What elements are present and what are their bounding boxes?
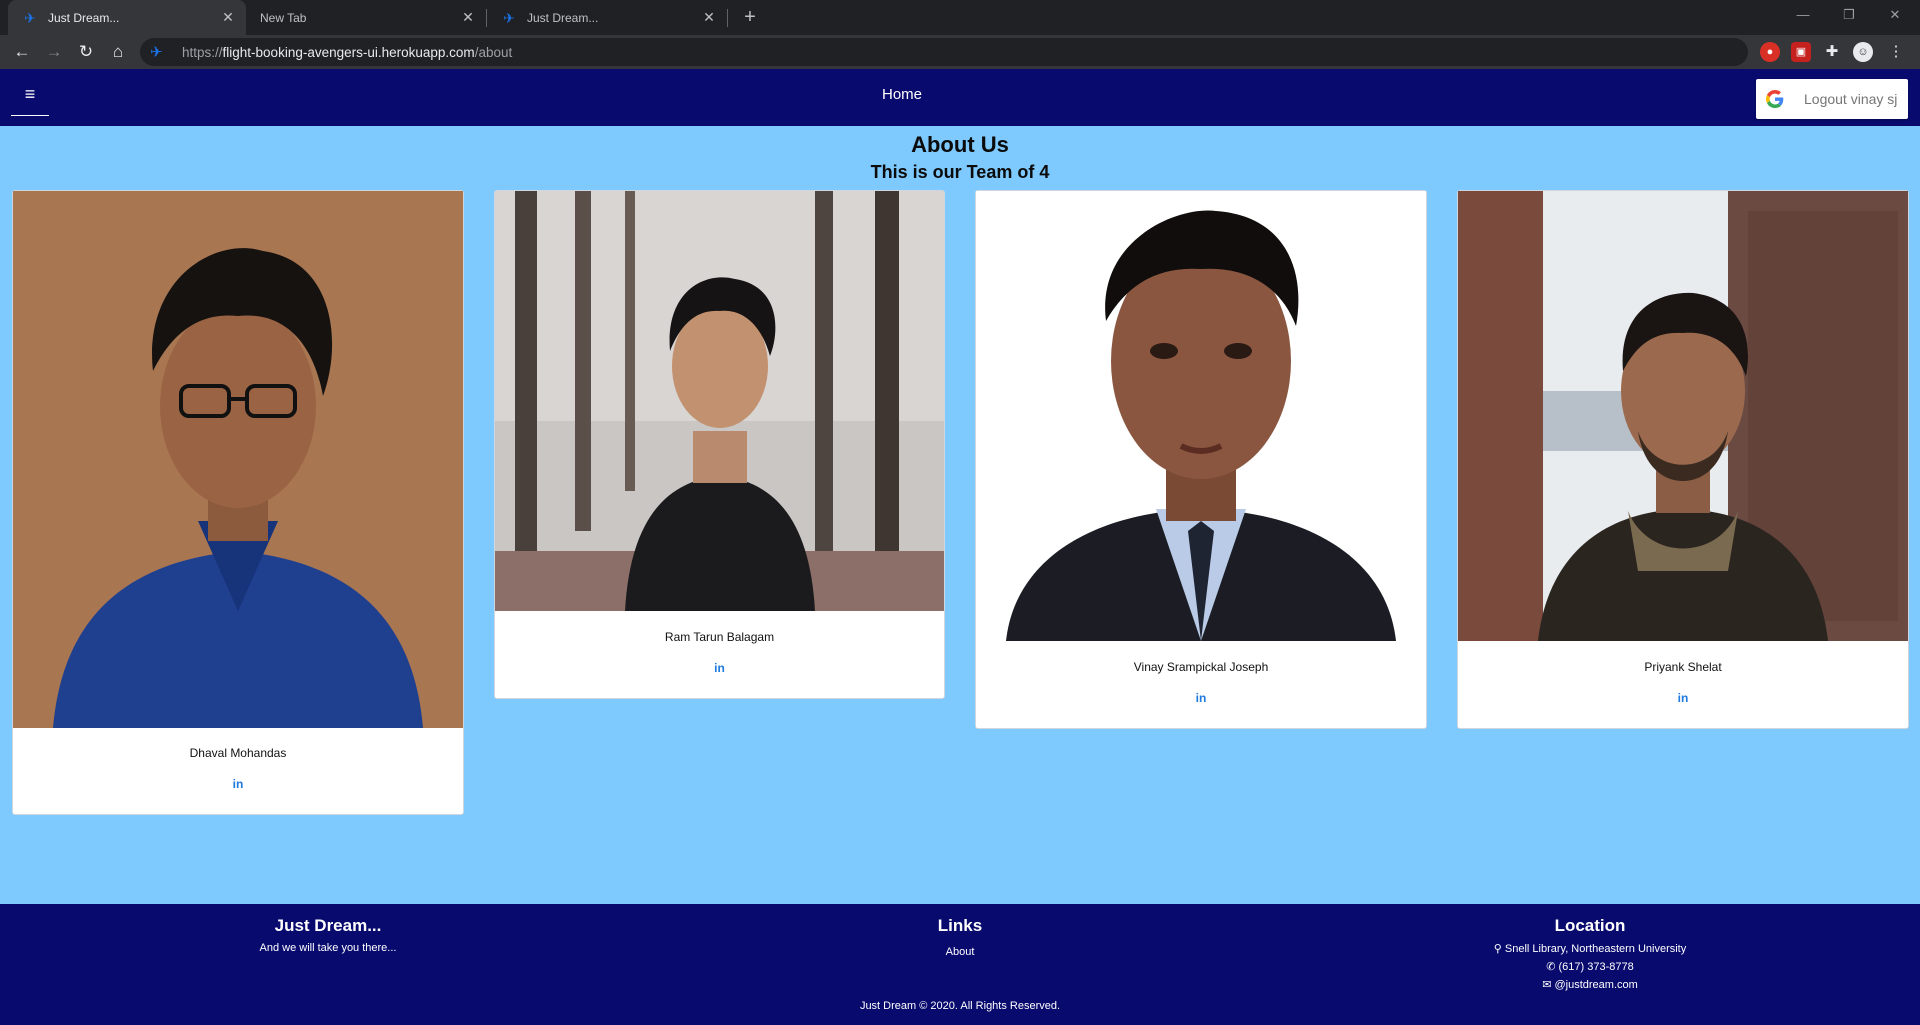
envelope-icon: ✉ — [1542, 979, 1552, 991]
linkedin-icon[interactable]: in — [1458, 691, 1908, 705]
logout-label: Logout vinay sj — [1804, 91, 1898, 107]
linkedin-icon[interactable]: in — [13, 777, 463, 791]
copyright-prefix: Just Dream — [859, 1000, 917, 1012]
url-path: /about — [474, 44, 513, 60]
browser-tab-1[interactable]: ✈ Just Dream... ✕ — [8, 0, 246, 35]
close-tab-icon[interactable]: ✕ — [460, 9, 476, 26]
address-text: Snell Library, Northeastern University — [1504, 943, 1687, 955]
phone-text: (617) 373-8778 — [1558, 961, 1634, 973]
browser-tab-strip: ✈ Just Dream... ✕ New Tab ✕ ✈ Just Dream… — [0, 0, 1920, 35]
footer-brand-title: Just Dream... — [274, 916, 382, 935]
member-name: Priyank Shelat — [1644, 660, 1722, 674]
url-scheme: https:// — [182, 44, 223, 60]
tab-title: Just Dream... — [48, 10, 120, 25]
footer-link-about[interactable]: About — [880, 946, 1040, 958]
extension-box-icon[interactable]: ▣ — [1791, 42, 1811, 62]
copyright-notice: Just Dream © 2020. All Rights Reserved. — [0, 1000, 1920, 1012]
footer-brand: Just Dream... And we will take you there… — [228, 904, 428, 954]
tab-title: Just Dream... — [527, 10, 599, 25]
footer-location-title: Location — [1554, 916, 1626, 935]
profile-avatar-icon[interactable]: ☺ — [1853, 42, 1873, 62]
member-photo — [1458, 191, 1908, 641]
forward-arrow-icon[interactable]: → — [42, 40, 66, 64]
member-name: Ram Tarun Balagam — [664, 630, 775, 644]
puzzle-extensions-icon[interactable]: ✚ — [1822, 42, 1842, 62]
browser-tab-2[interactable]: New Tab ✕ — [246, 0, 486, 35]
map-marker-icon: ⚲ — [1493, 943, 1502, 955]
footer-address: ⚲ Snell Library, Northeastern University — [1440, 940, 1740, 958]
member-name: Vinay Srampickal Joseph — [1133, 660, 1269, 674]
linkedin-icon[interactable]: in — [495, 661, 944, 675]
footer-tagline: And we will take you there... — [259, 942, 397, 954]
url-host: flight-booking-avengers-ui.herokuapp.com — [222, 44, 475, 60]
member-name: Dhaval Mohandas — [189, 746, 287, 760]
footer-phone: ✆ (617) 373-8778 — [1440, 958, 1740, 976]
team-member-card: Dhaval Mohandas in — [12, 190, 464, 815]
airplane-icon: ✈ — [150, 44, 163, 61]
page-title: About Us — [911, 132, 1009, 157]
browser-tab-3[interactable]: ✈ Just Dream... ✕ — [487, 0, 727, 35]
new-tab-button[interactable]: + — [738, 5, 762, 29]
page-subtitle: This is our Team of 4 — [870, 162, 1050, 182]
airplane-icon: ✈ — [503, 9, 515, 26]
google-g-icon — [1766, 90, 1784, 108]
reload-icon[interactable]: ↻ — [74, 40, 98, 64]
site-footer: Just Dream... And we will take you there… — [0, 904, 1920, 1025]
member-photo — [976, 191, 1426, 641]
home-icon[interactable]: ⌂ — [106, 40, 130, 64]
hamburger-menu-icon[interactable]: ≡ — [11, 76, 49, 116]
member-photo — [495, 191, 944, 611]
browser-menu-icon[interactable]: ⋮ — [1886, 42, 1906, 62]
member-photo — [13, 191, 463, 728]
email-text: @justdream.com — [1554, 979, 1638, 991]
footer-email: ✉ @justdream.com — [1440, 976, 1740, 994]
phone-icon: ✆ — [1546, 961, 1556, 973]
restore-window-icon[interactable]: ❐ — [1826, 0, 1872, 30]
app-navbar: ≡ Home Logout vinay sj — [0, 69, 1920, 126]
minimize-window-icon[interactable]: — — [1780, 0, 1826, 30]
copyright-suffix: 2020. All Rights Reserved. — [930, 1000, 1061, 1012]
footer-location: Location ⚲ Snell Library, Northeastern U… — [1440, 904, 1740, 994]
close-window-icon[interactable]: ✕ — [1872, 0, 1918, 30]
team-member-card: Vinay Srampickal Joseph in — [975, 190, 1427, 729]
close-tab-icon[interactable]: ✕ — [220, 9, 236, 26]
linkedin-icon[interactable]: in — [976, 691, 1426, 705]
nav-home-link[interactable]: Home — [870, 86, 934, 103]
airplane-icon: ✈ — [24, 9, 36, 26]
footer-links: Links About — [880, 904, 1040, 958]
address-bar[interactable]: ✈ https://flight-booking-avengers-ui.her… — [140, 38, 1748, 66]
copyright-icon: © — [919, 1000, 928, 1012]
url-text: https://flight-booking-avengers-ui.herok… — [182, 45, 512, 60]
tab-title: New Tab — [260, 10, 307, 25]
tab-divider — [727, 9, 728, 27]
team-member-card: Priyank Shelat in — [1457, 190, 1909, 729]
back-arrow-icon[interactable]: ← — [10, 40, 34, 64]
extension-red-icon[interactable]: ● — [1760, 42, 1780, 62]
browser-toolbar: ← → ↻ ⌂ ✈ https://flight-booking-avenger… — [0, 35, 1920, 69]
team-member-card: Ram Tarun Balagam in — [494, 190, 945, 699]
google-logout-button[interactable]: Logout vinay sj — [1756, 79, 1908, 119]
close-tab-icon[interactable]: ✕ — [701, 9, 717, 26]
footer-links-title: Links — [937, 916, 983, 935]
